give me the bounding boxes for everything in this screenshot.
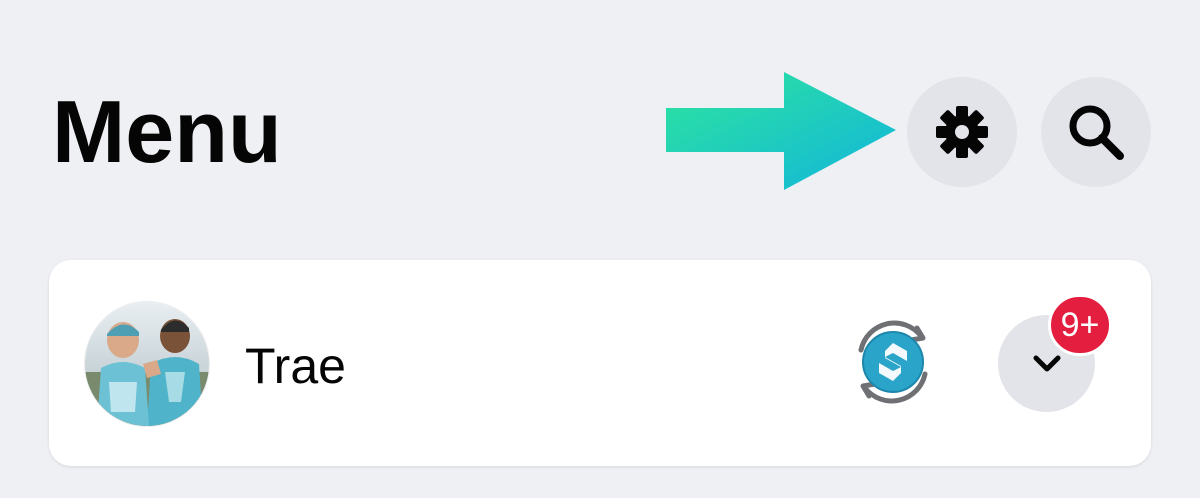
settings-button[interactable]: [907, 77, 1017, 187]
arrow-right-icon: [666, 72, 896, 190]
profile-name[interactable]: Trae: [245, 338, 346, 394]
search-button[interactable]: [1041, 77, 1151, 187]
sync-app-icon[interactable]: [841, 310, 945, 414]
notification-badge: 9+: [1048, 294, 1112, 356]
search-icon: [1069, 105, 1124, 160]
avatar[interactable]: [85, 302, 209, 426]
gear-icon: [936, 106, 988, 158]
page-title: Menu: [52, 82, 282, 181]
profile-photo: [85, 302, 209, 426]
profile-card[interactable]: Trae 9+: [49, 260, 1151, 466]
